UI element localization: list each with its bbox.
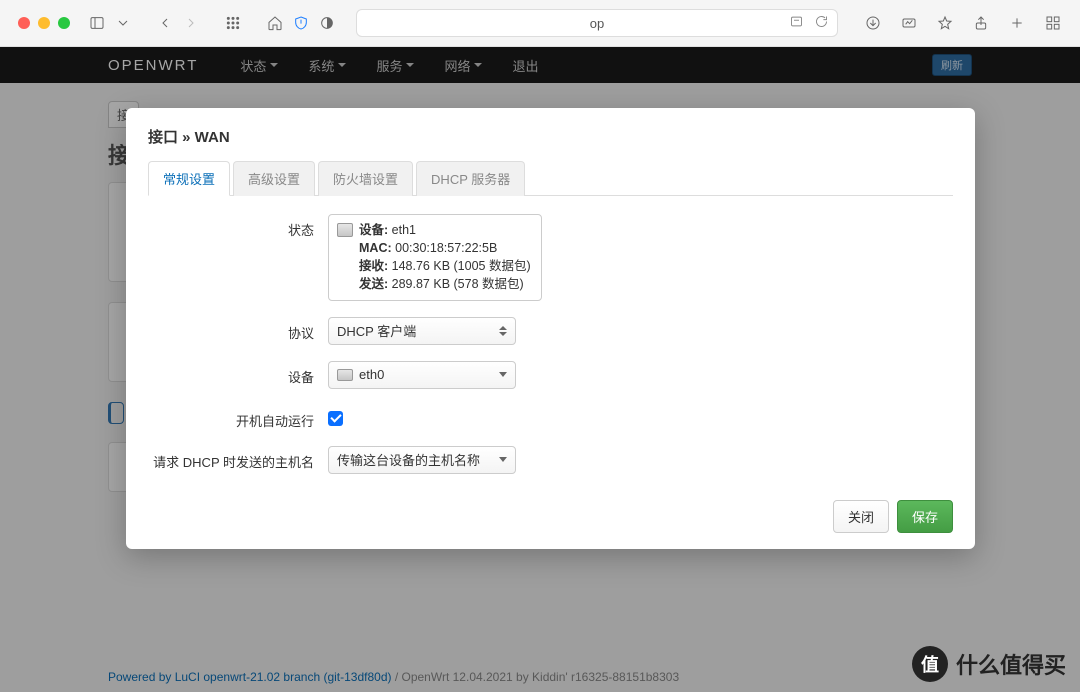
watermark-text: 什么值得买 bbox=[956, 648, 1066, 680]
downloads-icon[interactable] bbox=[864, 14, 882, 32]
row-autostart: 开机自动运行 bbox=[148, 405, 953, 430]
chevron-down-icon bbox=[499, 372, 507, 377]
tab-advanced[interactable]: 高级设置 bbox=[233, 161, 315, 196]
row-device: 设备 eth0 bbox=[148, 361, 953, 389]
star-icon[interactable] bbox=[936, 14, 954, 32]
annotate-icon[interactable] bbox=[900, 14, 918, 32]
hostname-value: 传输这台设备的主机名称 bbox=[337, 450, 480, 469]
autostart-checkbox[interactable] bbox=[328, 411, 343, 426]
device-select[interactable]: eth0 bbox=[328, 361, 516, 389]
hostname-select[interactable]: 传输这台设备的主机名称 bbox=[328, 446, 516, 474]
close-window-button[interactable] bbox=[18, 17, 30, 29]
back-icon[interactable] bbox=[156, 14, 174, 32]
chevron-down-icon bbox=[499, 457, 507, 462]
shield-icon[interactable] bbox=[292, 14, 310, 32]
reader-icon[interactable] bbox=[789, 14, 804, 32]
row-protocol: 协议 DHCP 客户端 bbox=[148, 317, 953, 345]
updown-arrows-icon bbox=[499, 324, 507, 338]
label-status: 状态 bbox=[148, 214, 328, 239]
minimize-window-button[interactable] bbox=[38, 17, 50, 29]
chevron-down-icon[interactable] bbox=[114, 14, 132, 32]
device-value: eth0 bbox=[359, 367, 384, 382]
address-bar[interactable]: op bbox=[356, 9, 838, 37]
save-button[interactable]: 保存 bbox=[897, 500, 953, 533]
label-device: 设备 bbox=[148, 361, 328, 386]
tabs-icon[interactable] bbox=[1044, 14, 1062, 32]
share-icon[interactable] bbox=[972, 14, 990, 32]
label-autostart: 开机自动运行 bbox=[148, 405, 328, 430]
interface-edit-modal: 接口 » WAN 常规设置 高级设置 防火墙设置 DHCP 服务器 状态 设备:… bbox=[126, 108, 975, 549]
tab-general[interactable]: 常规设置 bbox=[148, 161, 230, 196]
nic-icon bbox=[337, 223, 353, 237]
close-button[interactable]: 关闭 bbox=[833, 500, 889, 533]
protocol-value: DHCP 客户端 bbox=[337, 321, 416, 340]
modal-title: 接口 » WAN bbox=[148, 126, 953, 147]
browser-toolbar: op bbox=[0, 0, 1080, 47]
forward-icon[interactable] bbox=[182, 14, 200, 32]
row-hostname: 请求 DHCP 时发送的主机名 传输这台设备的主机名称 bbox=[148, 446, 953, 474]
watermark: 值 什么值得买 bbox=[912, 646, 1066, 682]
status-box: 设备: eth1 MAC: 00:30:18:57:22:5B 接收: 148.… bbox=[328, 214, 542, 301]
maximize-window-button[interactable] bbox=[58, 17, 70, 29]
home-icon[interactable] bbox=[266, 14, 284, 32]
apps-grid-icon[interactable] bbox=[224, 14, 242, 32]
label-hostname: 请求 DHCP 时发送的主机名 bbox=[148, 446, 328, 471]
protocol-select[interactable]: DHCP 客户端 bbox=[328, 317, 516, 345]
modal-footer: 关闭 保存 bbox=[148, 500, 953, 533]
url-text: op bbox=[590, 16, 604, 31]
window-controls bbox=[18, 17, 70, 29]
tab-firewall[interactable]: 防火墙设置 bbox=[318, 161, 413, 196]
row-status: 状态 设备: eth1 MAC: 00:30:18:57:22:5B 接收: 1… bbox=[148, 214, 953, 301]
tab-dhcp-server[interactable]: DHCP 服务器 bbox=[416, 161, 525, 196]
reload-icon[interactable] bbox=[814, 14, 829, 32]
label-protocol: 协议 bbox=[148, 317, 328, 342]
modal-tabs: 常规设置 高级设置 防火墙设置 DHCP 服务器 bbox=[148, 161, 953, 196]
plus-icon[interactable] bbox=[1008, 14, 1026, 32]
sidebar-toggle-icon[interactable] bbox=[88, 14, 106, 32]
watermark-badge: 值 bbox=[912, 646, 948, 682]
privacy-half-icon[interactable] bbox=[318, 14, 336, 32]
nic-icon bbox=[337, 369, 353, 381]
